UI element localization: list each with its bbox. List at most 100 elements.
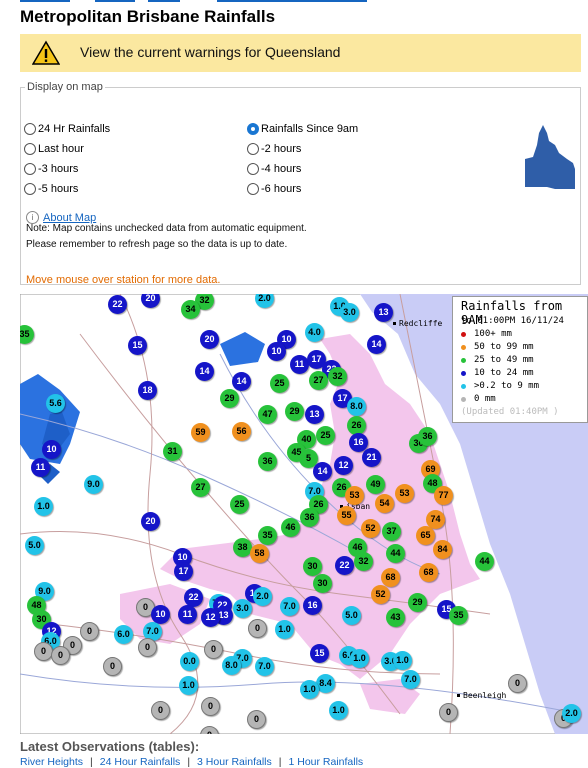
radio-button[interactable] [247, 183, 259, 195]
top-nav-links[interactable] [20, 0, 380, 2]
station-marker[interactable]: 13 [305, 405, 324, 424]
station-marker[interactable]: 30 [303, 557, 322, 576]
station-marker[interactable]: 59 [191, 423, 210, 442]
station-marker[interactable]: 25 [270, 374, 289, 393]
station-marker[interactable]: 2.0 [253, 587, 272, 606]
station-marker[interactable]: 6.0 [114, 625, 133, 644]
station-marker[interactable]: 20 [200, 330, 219, 349]
station-marker[interactable]: 20 [141, 512, 160, 531]
station-marker[interactable]: 3.0 [340, 303, 359, 322]
station-marker[interactable]: 65 [416, 526, 435, 545]
station-marker[interactable]: 55 [337, 506, 356, 525]
station-marker[interactable]: 0 [439, 703, 458, 722]
station-marker[interactable]: 34 [181, 300, 200, 319]
station-marker[interactable]: 53 [395, 484, 414, 503]
radio-button[interactable] [24, 163, 36, 175]
station-marker[interactable]: 27 [309, 371, 328, 390]
rainfall-map[interactable]: Redcliffe isban Beenleigh 22 20 32 34 2.0 1.0… [20, 294, 588, 734]
station-marker[interactable]: 16 [303, 596, 322, 615]
station-marker[interactable]: 68 [381, 568, 400, 587]
radio-button[interactable] [247, 143, 259, 155]
station-marker[interactable]: 53 [345, 486, 364, 505]
station-marker[interactable]: 7.0 [255, 657, 274, 676]
station-marker[interactable]: 5.0 [342, 606, 361, 625]
station-marker[interactable]: 46 [281, 518, 300, 537]
radio-button[interactable] [24, 123, 36, 135]
station-marker[interactable]: 0 [34, 642, 53, 661]
station-marker[interactable]: 0 [204, 640, 223, 659]
station-marker[interactable]: 2.0 [562, 704, 581, 723]
station-marker[interactable]: 31 [163, 442, 182, 461]
station-marker[interactable]: 1.0 [329, 701, 348, 720]
station-marker[interactable]: 0 [51, 646, 70, 665]
station-marker[interactable]: 52 [361, 519, 380, 538]
station-marker[interactable]: 43 [386, 608, 405, 627]
station-marker[interactable]: 29 [220, 389, 239, 408]
station-marker[interactable]: 21 [362, 448, 381, 467]
station-marker[interactable]: 22 [108, 295, 127, 314]
station-marker[interactable]: 35 [258, 526, 277, 545]
station-marker[interactable]: 0 [103, 657, 122, 676]
station-marker[interactable]: 52 [371, 585, 390, 604]
station-marker[interactable]: 14 [195, 362, 214, 381]
station-marker[interactable]: 1.0 [350, 649, 369, 668]
station-marker[interactable]: 0 [247, 710, 266, 729]
station-marker[interactable]: 58 [250, 544, 269, 563]
station-marker[interactable]: 77 [434, 486, 453, 505]
radio-button[interactable] [24, 183, 36, 195]
station-marker[interactable]: 11 [31, 458, 50, 477]
station-marker[interactable]: 0 [138, 638, 157, 657]
station-marker[interactable]: 1.0 [300, 680, 319, 699]
link-3-hour-rainfalls[interactable]: 3 Hour Rainfalls [197, 756, 272, 768]
link-river-heights[interactable]: River Heights [20, 756, 83, 768]
option-5-hours[interactable]: -5 hours [24, 183, 78, 195]
station-marker[interactable]: 4.0 [305, 323, 324, 342]
warning-banner[interactable]: View the current warnings for Queensland [20, 34, 581, 72]
option-2-hours[interactable]: -2 hours [247, 143, 301, 155]
station-marker[interactable]: 47 [258, 405, 277, 424]
warning-link[interactable]: View the current warnings for Queensland [80, 44, 340, 60]
station-marker[interactable]: 0 [151, 701, 170, 720]
station-marker[interactable]: 1.0 [34, 497, 53, 516]
station-marker[interactable]: 17 [174, 562, 193, 581]
option-since-9am[interactable]: Rainfalls Since 9am [247, 123, 358, 135]
station-marker[interactable]: 0 [508, 674, 527, 693]
station-marker[interactable]: 36 [418, 427, 437, 446]
station-marker[interactable]: 29 [285, 402, 304, 421]
station-marker[interactable]: 12 [334, 456, 353, 475]
station-marker[interactable]: 0 [80, 622, 99, 641]
station-marker[interactable]: 10 [267, 342, 286, 361]
station-marker[interactable]: 36 [258, 452, 277, 471]
station-marker[interactable]: 1.0 [275, 620, 294, 639]
station-marker[interactable]: 10 [42, 440, 61, 459]
station-marker[interactable]: 32 [354, 552, 373, 571]
station-marker[interactable]: 7.0 [280, 597, 299, 616]
station-marker[interactable]: 0 [201, 697, 220, 716]
station-marker[interactable]: 49 [366, 475, 385, 494]
station-marker[interactable]: 32 [328, 367, 347, 386]
radio-button[interactable] [247, 163, 259, 175]
option-last-hour[interactable]: Last hour [24, 143, 84, 155]
station-marker[interactable]: 18 [138, 381, 157, 400]
radio-button-selected[interactable] [247, 123, 259, 135]
station-marker[interactable]: 8.0 [347, 397, 366, 416]
station-marker[interactable]: 9.0 [84, 475, 103, 494]
link-24-hour-rainfalls[interactable]: 24 Hour Rainfalls [100, 756, 181, 768]
station-marker[interactable]: 44 [386, 544, 405, 563]
station-marker[interactable]: 35 [449, 606, 468, 625]
station-marker[interactable]: 37 [382, 522, 401, 541]
about-map-link[interactable]: About Map [43, 212, 96, 224]
station-marker[interactable]: 1.0 [393, 651, 412, 670]
station-marker[interactable]: 14 [313, 462, 332, 481]
station-marker[interactable]: 22 [335, 556, 354, 575]
station-marker[interactable]: 5.0 [25, 536, 44, 555]
station-marker[interactable]: 25 [230, 495, 249, 514]
station-marker[interactable]: 0 [248, 619, 267, 638]
radio-button[interactable] [24, 143, 36, 155]
station-marker[interactable]: 3.0 [233, 599, 252, 618]
station-marker[interactable]: 84 [433, 540, 452, 559]
option-3-hours[interactable]: -3 hours [24, 163, 78, 175]
option-24hr[interactable]: 24 Hr Rainfalls [24, 123, 110, 135]
station-marker[interactable]: 15 [128, 336, 147, 355]
station-marker[interactable]: 0.0 [180, 652, 199, 671]
